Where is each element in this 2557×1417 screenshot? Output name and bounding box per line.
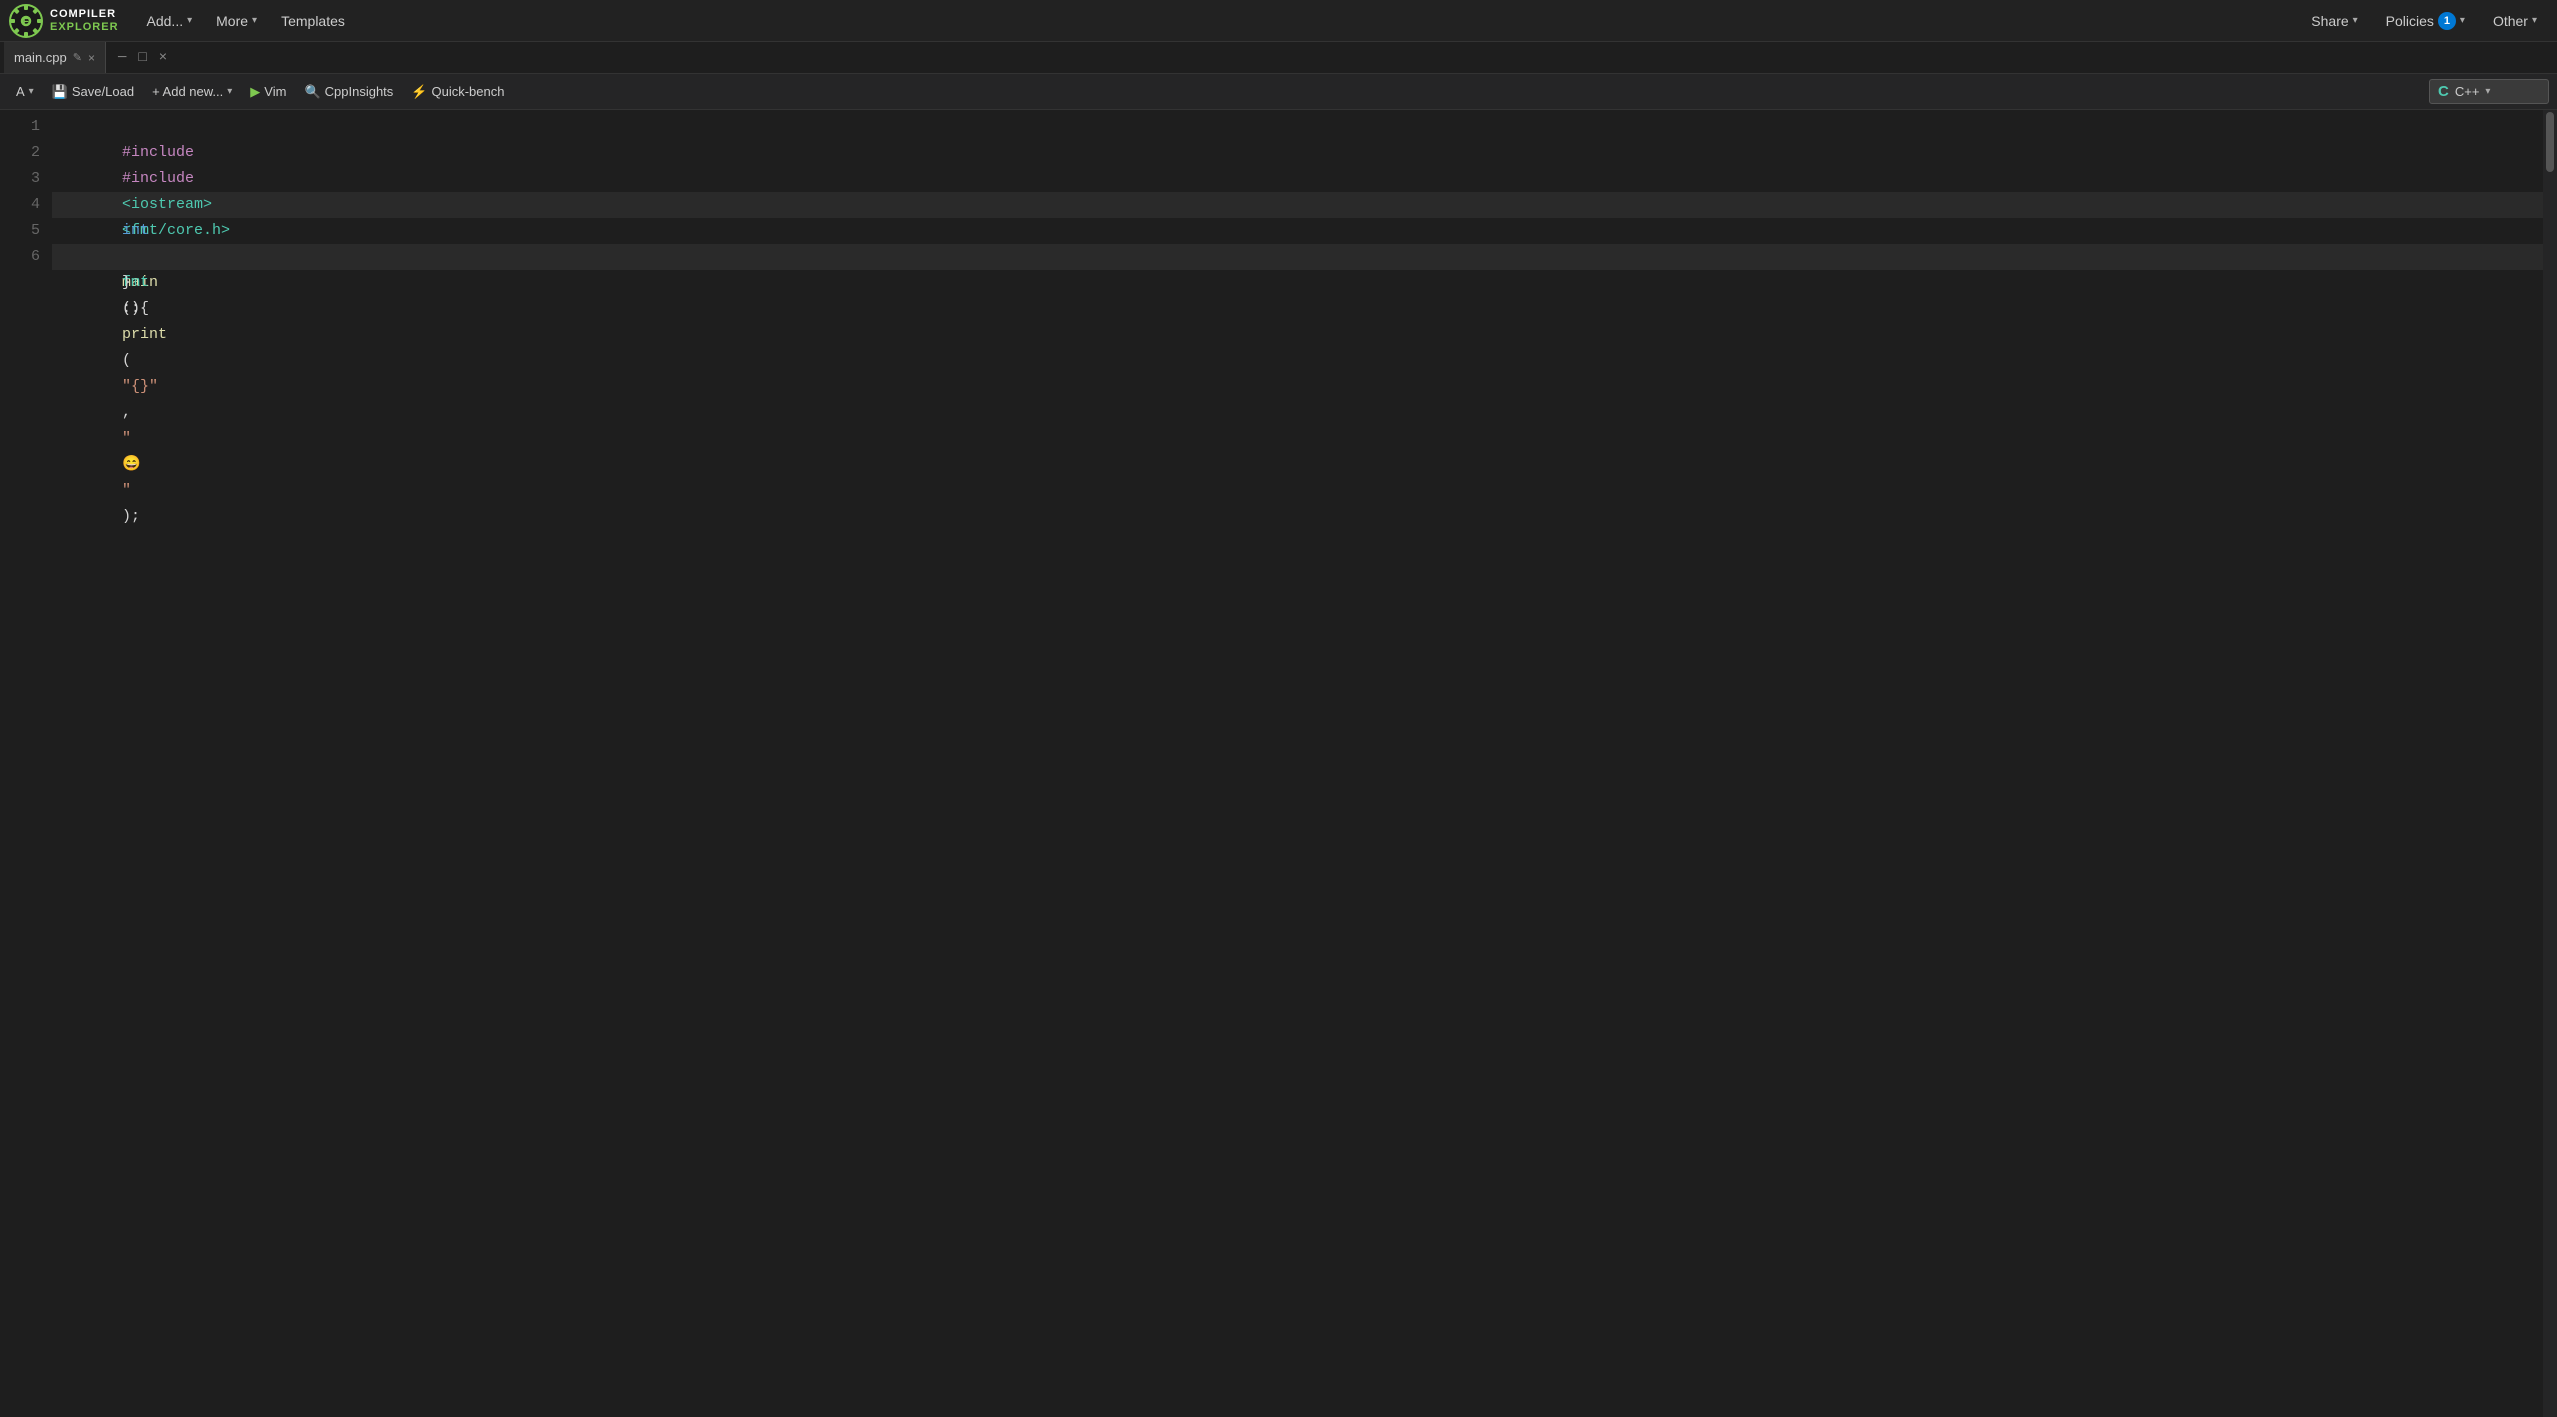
- close-window-icon[interactable]: ×: [155, 50, 171, 66]
- nav-templates[interactable]: Templates: [269, 9, 357, 33]
- logo-icon: E: [8, 3, 44, 39]
- nav-add[interactable]: Add... ▾: [135, 9, 205, 33]
- line-number-3: 3: [16, 166, 40, 192]
- save-load-label: Save/Load: [72, 84, 134, 99]
- quickbench-button[interactable]: ⚡ Quick-bench: [403, 81, 512, 103]
- file-tab-main-cpp[interactable]: main.cpp ✎ ×: [4, 42, 106, 73]
- scrollbar-thumb[interactable]: [2546, 112, 2554, 172]
- code-line-6: }: [52, 244, 2557, 270]
- logo-area[interactable]: E COMPILER EXPLORER: [8, 3, 119, 39]
- pp-include-2: #include: [122, 170, 194, 187]
- editor-area: 1 2 3 4 5 6 #include <iostream> #include…: [0, 110, 2557, 1417]
- top-nav: E COMPILER EXPLORER Add... ▾ More ▾ Temp…: [0, 0, 2557, 42]
- code-line-1: #include <iostream>: [52, 114, 2557, 140]
- line-number-5: 5: [16, 218, 40, 244]
- cppinsights-label: CppInsights: [325, 84, 394, 99]
- window-controls: ─ □ ×: [114, 50, 171, 66]
- code-line-4: int main (){: [52, 192, 2557, 218]
- str-format: "{}": [122, 378, 158, 395]
- vim-label: Vim: [264, 84, 286, 99]
- add-dropdown-arrow: ▾: [187, 15, 192, 26]
- language-label: C++: [2455, 84, 2480, 99]
- editor-toolbar: A ▾ 💾 Save/Load + Add new... ▾ ▶ Vim 🔍 C…: [0, 74, 2557, 110]
- lang-dropdown-arrow: ▾: [2485, 86, 2490, 97]
- str-emoji-open: ": [122, 430, 131, 447]
- quickbench-label: Quick-bench: [431, 84, 504, 99]
- font-size-label: A: [16, 84, 25, 99]
- nav-policies[interactable]: Policies 1 ▾: [2374, 8, 2477, 34]
- line-number-4: 4: [16, 192, 40, 218]
- nav-templates-label: Templates: [281, 13, 345, 29]
- font-dropdown-arrow: ▾: [29, 86, 34, 97]
- line-number-2: 2: [16, 140, 40, 166]
- nav-share[interactable]: Share ▾: [2299, 9, 2369, 33]
- nav-other-label: Other: [2493, 13, 2528, 29]
- keyword-int: int: [122, 222, 149, 239]
- nav-share-label: Share: [2311, 13, 2348, 29]
- tab-bar: main.cpp ✎ × ─ □ ×: [0, 42, 2557, 74]
- policies-dropdown-arrow: ▾: [2460, 15, 2465, 26]
- maximize-icon[interactable]: □: [134, 50, 150, 66]
- vim-button[interactable]: ▶ Vim: [242, 81, 294, 103]
- logo-text: COMPILER EXPLORER: [50, 8, 119, 32]
- nav-add-label: Add...: [147, 13, 184, 29]
- pp-include-1: #include: [122, 144, 194, 161]
- nav-more-label: More: [216, 13, 248, 29]
- policies-badge: 1: [2438, 12, 2456, 30]
- share-dropdown-arrow: ▾: [2353, 15, 2358, 26]
- emoji-grinning: 😄: [122, 456, 141, 473]
- file-tab-edit-icon[interactable]: ✎: [73, 51, 82, 64]
- vertical-scrollbar[interactable]: [2543, 110, 2557, 1417]
- save-load-button[interactable]: 💾 Save/Load: [44, 81, 142, 103]
- line-number-6: 6: [16, 244, 40, 270]
- svg-text:E: E: [23, 17, 30, 28]
- logo-explorer: EXPLORER: [50, 21, 119, 33]
- minimize-icon[interactable]: ─: [114, 50, 130, 66]
- logo-compiler: COMPILER: [50, 8, 119, 20]
- code-line-3: [52, 166, 2557, 192]
- code-content[interactable]: #include <iostream> #include <fmt/core.h…: [52, 110, 2557, 1417]
- line-numbers: 1 2 3 4 5 6: [0, 110, 52, 1417]
- cppinsights-icon: 🔍: [304, 84, 320, 100]
- file-tab-close-icon[interactable]: ×: [88, 51, 95, 65]
- save-icon: 💾: [52, 84, 68, 100]
- add-new-button[interactable]: + Add new... ▾: [144, 81, 240, 102]
- nav-more[interactable]: More ▾: [204, 9, 269, 33]
- nav-right: Share ▾ Policies 1 ▾ Other ▾: [2299, 8, 2549, 34]
- cpp-lang-icon: C: [2438, 83, 2449, 100]
- quickbench-icon: ⚡: [411, 84, 427, 100]
- other-dropdown-arrow: ▾: [2532, 15, 2537, 26]
- add-new-label: + Add new...: [152, 84, 223, 99]
- nav-other[interactable]: Other ▾: [2481, 9, 2549, 33]
- add-new-dropdown-arrow: ▾: [227, 86, 232, 97]
- fn-print: print: [122, 326, 167, 343]
- include-path-1: <iostream>: [122, 196, 212, 213]
- language-selector[interactable]: C C++ ▾: [2429, 79, 2549, 104]
- str-emoji-close: ": [122, 482, 131, 499]
- nav-policies-label: Policies: [2386, 13, 2434, 29]
- vim-icon: ▶: [250, 84, 260, 100]
- more-dropdown-arrow: ▾: [252, 15, 257, 26]
- code-line-2: #include <fmt/core.h>: [52, 140, 2557, 166]
- line-number-1: 1: [16, 114, 40, 140]
- cppinsights-button[interactable]: 🔍 CppInsights: [296, 81, 401, 103]
- code-line-5: fmt :: print ( "{}" , " 😄 " );: [52, 218, 2557, 244]
- font-size-button[interactable]: A ▾: [8, 81, 42, 102]
- file-tab-name: main.cpp: [14, 50, 67, 65]
